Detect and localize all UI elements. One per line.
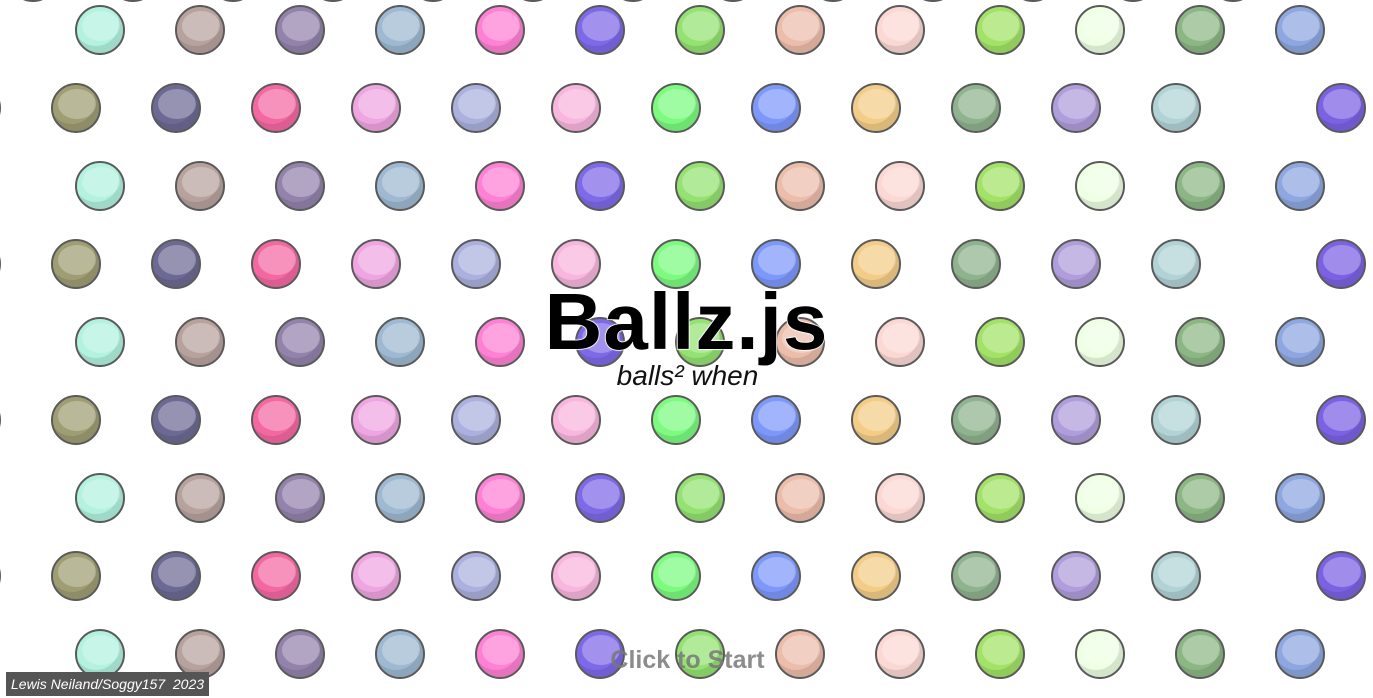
- ball: [908, 0, 958, 2]
- ball: [51, 83, 101, 133]
- ball: [551, 551, 601, 601]
- game-canvas[interactable]: Ballz.js balls² when Click to Start Lewi…: [0, 0, 1373, 698]
- ball: [851, 551, 901, 601]
- ball: [951, 551, 1001, 601]
- ball: [275, 473, 325, 523]
- ball: [208, 0, 258, 2]
- author-credit: Lewis Neiland/Soggy157 2023: [6, 672, 210, 696]
- ball: [351, 551, 401, 601]
- ball: [1051, 551, 1101, 601]
- ball: [951, 83, 1001, 133]
- ball: [251, 395, 301, 445]
- ball: [1075, 161, 1125, 211]
- ball: [151, 395, 201, 445]
- ball: [875, 473, 925, 523]
- ball: [575, 473, 625, 523]
- ball: [0, 83, 1, 133]
- ball: [1208, 0, 1258, 2]
- ball: [1316, 395, 1366, 445]
- ball: [51, 395, 101, 445]
- ball: [751, 395, 801, 445]
- ball: [1051, 395, 1101, 445]
- ball: [875, 161, 925, 211]
- ball: [1151, 551, 1201, 601]
- ball: [475, 473, 525, 523]
- ball: [1008, 0, 1058, 2]
- ball: [951, 395, 1001, 445]
- ball: [0, 395, 1, 445]
- ball: [275, 5, 325, 55]
- ball: [8, 0, 58, 2]
- ball: [851, 83, 901, 133]
- ball: [375, 473, 425, 523]
- ball: [475, 5, 525, 55]
- ball: [1108, 0, 1158, 2]
- ball: [151, 551, 201, 601]
- ball: [575, 161, 625, 211]
- ball: [451, 83, 501, 133]
- ball: [651, 395, 701, 445]
- ball: [351, 83, 401, 133]
- ball: [0, 551, 1, 601]
- ball: [1316, 83, 1366, 133]
- ball: [108, 0, 158, 2]
- ball: [475, 161, 525, 211]
- ball: [775, 473, 825, 523]
- ball: [1051, 83, 1101, 133]
- ball: [451, 551, 501, 601]
- ball: [351, 395, 401, 445]
- ball: [308, 0, 358, 2]
- ball: [375, 5, 425, 55]
- ball: [1175, 473, 1225, 523]
- ball: [175, 473, 225, 523]
- ball: [251, 551, 301, 601]
- ball: [975, 473, 1025, 523]
- ball: [808, 0, 858, 2]
- ball: [75, 473, 125, 523]
- ball: [175, 161, 225, 211]
- ball: [151, 83, 201, 133]
- ball: [551, 83, 601, 133]
- ball: [851, 395, 901, 445]
- click-to-start-prompt[interactable]: Click to Start: [0, 645, 1373, 675]
- ball: [751, 83, 801, 133]
- ball: [708, 0, 758, 2]
- ball: [1316, 551, 1366, 601]
- ball: [75, 161, 125, 211]
- ball: [651, 83, 701, 133]
- game-subtitle: balls² when: [616, 360, 759, 391]
- ball: [375, 161, 425, 211]
- ball: [1175, 161, 1225, 211]
- ball: [675, 5, 725, 55]
- ball: [275, 161, 325, 211]
- ball: [1151, 395, 1201, 445]
- ball: [51, 551, 101, 601]
- ball: [575, 5, 625, 55]
- ball: [675, 473, 725, 523]
- ball: [975, 161, 1025, 211]
- ball: [608, 0, 658, 2]
- ball: [1275, 161, 1325, 211]
- ball: [775, 5, 825, 55]
- ball: [551, 395, 601, 445]
- ball: [508, 0, 558, 2]
- ball: [675, 161, 725, 211]
- ball: [1175, 5, 1225, 55]
- ball: [1275, 473, 1325, 523]
- ball: [75, 5, 125, 55]
- ball: [1275, 5, 1325, 55]
- ball: [651, 551, 701, 601]
- ball: [775, 161, 825, 211]
- ball: [175, 5, 225, 55]
- ball: [751, 551, 801, 601]
- ball: [1151, 83, 1201, 133]
- ball: [1075, 5, 1125, 55]
- ball: [251, 83, 301, 133]
- ball: [975, 5, 1025, 55]
- ball: [408, 0, 458, 2]
- ball: [451, 395, 501, 445]
- game-title: Ballz.js: [544, 277, 829, 367]
- ball: [875, 5, 925, 55]
- ball: [1075, 473, 1125, 523]
